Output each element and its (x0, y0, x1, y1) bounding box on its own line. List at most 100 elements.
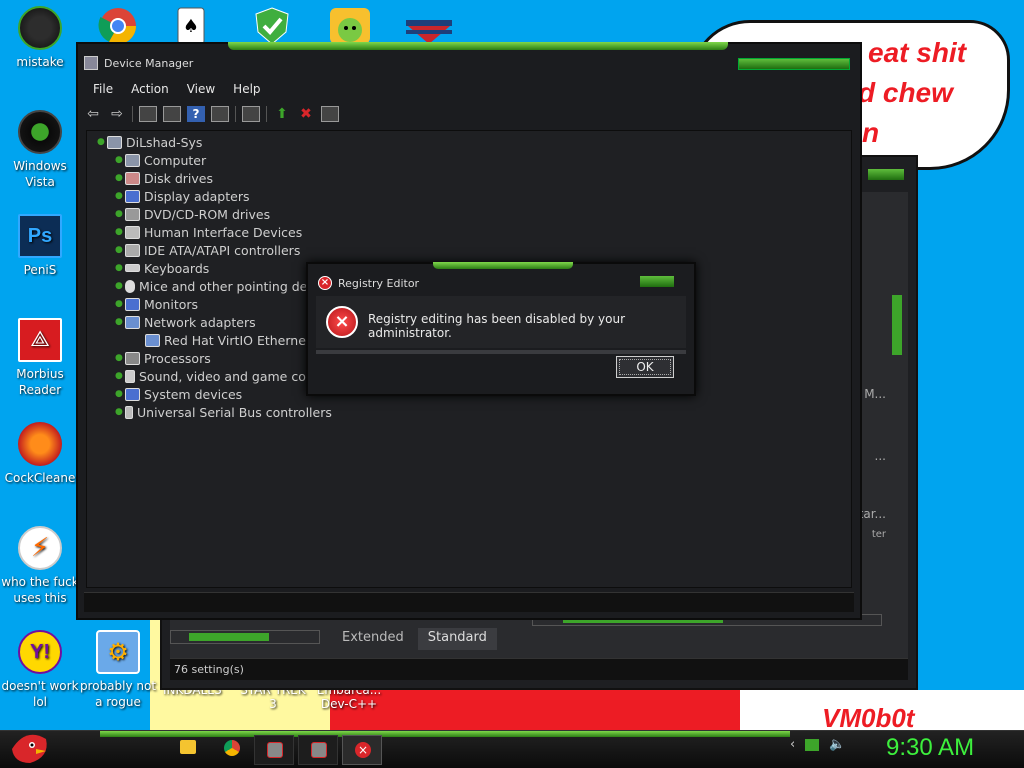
tree-item[interactable]: ● DVD/CD-ROM drives (115, 205, 270, 223)
tree-item-label: IDE ATA/ATAPI controllers (144, 242, 301, 258)
processor-icon (125, 351, 140, 365)
horizontal-scrollbar[interactable] (170, 630, 320, 644)
chrome-desktop-icon[interactable] (96, 6, 140, 46)
expand-icon[interactable]: ● (115, 300, 123, 309)
scrollbar-thumb[interactable] (189, 633, 269, 641)
expand-icon[interactable]: ● (115, 408, 123, 417)
uninstall-icon[interactable] (321, 106, 339, 122)
usb-icon (125, 405, 133, 419)
dialog-close-button[interactable] (640, 276, 674, 287)
desktop-icon-cockcleane[interactable]: CockCleane (0, 422, 80, 486)
expand-icon[interactable]: ● (115, 246, 123, 255)
computer-management-task[interactable] (298, 735, 338, 765)
update-driver-icon[interactable]: ⬆ (273, 106, 291, 122)
ide-controller-icon (125, 243, 140, 257)
expand-icon[interactable]: ● (115, 174, 123, 183)
tree-item-child[interactable]: Red Hat VirtIO Ethernet (145, 331, 311, 349)
help-icon[interactable]: ? (187, 106, 205, 122)
desktop-icon-mistake[interactable]: mistake (0, 6, 80, 70)
expand-icon[interactable]: ● (115, 390, 123, 399)
device-manager-task[interactable] (254, 735, 294, 765)
toolbar-separator (266, 106, 267, 122)
expand-icon[interactable]: ● (115, 156, 123, 165)
background-art-red (330, 690, 740, 730)
recycle-icon (18, 110, 62, 154)
scrollbar-thumb[interactable] (892, 295, 902, 355)
tab-extended[interactable]: Extended (332, 628, 414, 650)
tree-item[interactable]: ● System devices (115, 385, 242, 403)
speech-line-1: eat shit (868, 37, 967, 68)
show-hidden-icons-icon[interactable]: ‹ (790, 737, 795, 752)
svg-text:♠: ♠ (183, 16, 199, 37)
expand-icon[interactable]: ● (115, 282, 123, 291)
expand-icon[interactable]: ● (115, 264, 123, 273)
properties-view-icon[interactable] (139, 106, 157, 122)
tree-icon[interactable] (163, 106, 181, 122)
scan-icon[interactable] (242, 106, 260, 122)
tree-item[interactable]: ● Display adapters (115, 187, 249, 205)
vertical-scrollbar[interactable] (890, 285, 904, 615)
tree-item-label: System devices (144, 386, 243, 402)
expand-icon[interactable]: ● (115, 372, 123, 381)
window-controls[interactable] (738, 58, 850, 70)
security-shield-icon[interactable] (250, 6, 294, 46)
tree-item[interactable]: ● IDE ATA/ATAPI controllers (115, 241, 300, 259)
menu-help[interactable]: Help (224, 82, 269, 96)
chrome-icon[interactable] (224, 740, 240, 756)
window-title: Device Manager (84, 56, 193, 70)
angry-birds-icon[interactable] (328, 6, 372, 46)
desktop-icon-who-uses-this[interactable]: ⚡ who the fuck uses this (0, 526, 80, 606)
start-button[interactable] (6, 727, 52, 767)
collapse-icon[interactable]: ● (115, 318, 123, 327)
volume-icon[interactable]: 🔈 (829, 737, 845, 752)
desktop-icon-doesnt-work[interactable]: Y! doesn't work lol (0, 630, 80, 710)
lightning-icon: ⚡ (18, 526, 62, 570)
registry-editor-dialog[interactable]: × Registry Editor × Registry editing has… (306, 262, 696, 396)
menu-view[interactable]: View (178, 82, 224, 96)
collapse-icon[interactable]: ● (97, 138, 105, 147)
tree-item[interactable]: ● Mice and other pointing dev (115, 277, 315, 295)
tree-item[interactable]: ● Keyboards (115, 259, 209, 277)
folder-icon[interactable] (180, 740, 196, 754)
solitaire-icon[interactable]: ♠ (170, 6, 214, 46)
desktop-icon-morbius-reader[interactable]: ⟁ Morbius Reader (0, 318, 80, 398)
tree-item[interactable]: ● Processors (115, 349, 211, 367)
error-icon: × (355, 742, 371, 758)
back-icon[interactable]: ⇦ (84, 106, 102, 122)
side-text-4: ter (871, 529, 886, 540)
tree-root[interactable]: ● DiLshad-Sys (97, 133, 202, 151)
disable-icon[interactable]: ✖ (297, 106, 315, 122)
desktop-icon-label: Windows Vista (13, 159, 67, 189)
photoshop-icon: Ps (18, 214, 62, 258)
desktop-icon-label: CockCleane (4, 471, 76, 485)
tree-item[interactable]: ● Disk drives (115, 169, 213, 187)
tree-item[interactable]: ● Human Interface Devices (115, 223, 302, 241)
tree-item[interactable]: ● Monitors (115, 295, 198, 313)
console-icon[interactable] (211, 106, 229, 122)
desktop-icon-windows-vista[interactable]: Windows Vista (0, 110, 80, 190)
desktop-icon-penis[interactable]: Ps PeniS (0, 214, 80, 278)
yahoo-messenger-icon: Y! (18, 630, 62, 674)
tree-root-label: DiLshad-Sys (126, 134, 203, 150)
expand-icon[interactable]: ● (115, 354, 123, 363)
tree-item[interactable]: ● Network adapters (115, 313, 256, 331)
window-controls[interactable] (868, 169, 904, 180)
tree-item-label: Human Interface Devices (144, 224, 303, 240)
control-panel-icon: ⚙ (96, 630, 140, 674)
forward-icon[interactable]: ⇨ (108, 106, 126, 122)
menu-action[interactable]: Action (122, 82, 178, 96)
clock[interactable]: 9:30 AM (886, 734, 974, 762)
desktop-icon-probably-not-a-rogue[interactable]: ⚙ probably not a rogue (78, 630, 158, 710)
tree-item[interactable]: ● Computer (115, 151, 206, 169)
tab-standard[interactable]: Standard (417, 628, 497, 650)
tree-item[interactable]: ● Sound, video and game cor (115, 367, 311, 385)
ok-button[interactable]: OK (616, 356, 674, 378)
app-logo-icon[interactable] (404, 6, 452, 46)
menu-file[interactable]: File (84, 82, 122, 96)
expand-icon[interactable]: ● (115, 192, 123, 201)
network-icon[interactable] (805, 738, 820, 751)
expand-icon[interactable]: ● (115, 210, 123, 219)
registry-editor-task[interactable]: × (342, 735, 382, 765)
expand-icon[interactable]: ● (115, 228, 123, 237)
tree-item[interactable]: ● Universal Serial Bus controllers (115, 403, 332, 421)
